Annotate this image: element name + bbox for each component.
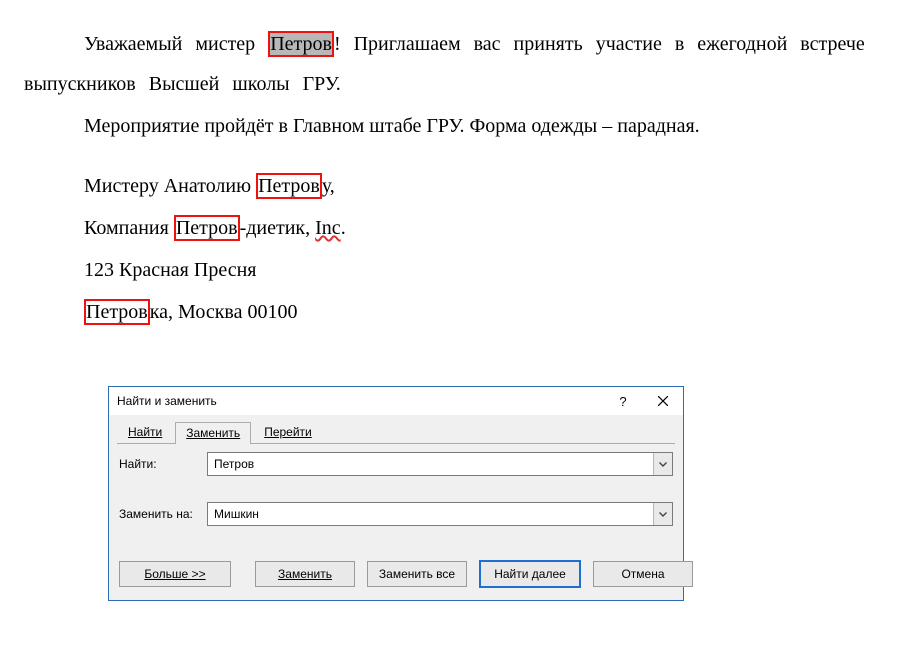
replace-row: Заменить на: (119, 502, 673, 526)
address-line-3: 123 Красная Пресня (84, 250, 888, 290)
document-body: Уважаемый мистер Петров! Приглашаем вас … (0, 0, 912, 332)
address-line-4: Петровка, Москва 00100 (84, 292, 888, 332)
tab-goto[interactable]: Перейти (253, 421, 323, 443)
dialog-close-button[interactable] (643, 387, 683, 415)
more-button[interactable]: Больше >> (119, 561, 231, 587)
chevron-down-icon (659, 462, 667, 467)
addr4-post: ка, Москва 00100 (150, 301, 298, 323)
replace-all-button[interactable]: Заменить все (367, 561, 467, 587)
match-highlight-2: Петров (256, 173, 322, 199)
p1-match: Петров (270, 33, 332, 55)
addr2-post1: -диетик, (240, 217, 316, 239)
tab-replace[interactable]: Заменить (175, 422, 251, 444)
paragraph-2: Мероприятие пройдёт в Главном штабе ГРУ.… (24, 106, 888, 146)
address-line-2: Компания Петров-диетик, Inc. (84, 208, 888, 248)
match-highlight-1: Петров (268, 31, 334, 57)
replace-input[interactable] (208, 503, 653, 525)
paragraph-1: Уважаемый мистер Петров! Приглашаем вас … (24, 24, 888, 104)
dialog-tabs: Найти Заменить Перейти (109, 415, 683, 443)
match-highlight-3: Петров (174, 215, 240, 241)
address-line-1: Мистеру Анатолию Петрову, (84, 166, 888, 206)
dialog-titlebar[interactable]: Найти и заменить ? (109, 387, 683, 415)
find-input[interactable] (208, 453, 653, 475)
close-icon (658, 396, 668, 406)
dialog-form: Найти: Заменить на: (109, 444, 683, 526)
tab-find[interactable]: Найти (117, 421, 173, 443)
dialog-help-button[interactable]: ? (603, 387, 643, 415)
replace-dropdown-button[interactable] (653, 503, 672, 525)
dialog-button-row: Больше >> Заменить Заменить все Найти да… (109, 552, 683, 600)
address-block: Мистеру Анатолию Петрову, Компания Петро… (84, 166, 888, 332)
replace-combo[interactable] (207, 502, 673, 526)
addr1-post: у, (322, 175, 335, 197)
find-label: Найти: (119, 457, 207, 471)
find-dropdown-button[interactable] (653, 453, 672, 475)
find-row: Найти: (119, 452, 673, 476)
addr2-post2: . (341, 217, 346, 239)
addr1-pre: Мистеру Анатолию (84, 175, 256, 197)
cancel-button[interactable]: Отмена (593, 561, 693, 587)
find-next-button[interactable]: Найти далее (479, 560, 581, 588)
p1-pre: Уважаемый мистер (84, 33, 268, 55)
dialog-title: Найти и заменить (117, 394, 603, 408)
replace-label: Заменить на: (119, 507, 207, 521)
match-highlight-4: Петров (84, 299, 150, 325)
find-combo[interactable] (207, 452, 673, 476)
chevron-down-icon (659, 512, 667, 517)
replace-button[interactable]: Заменить (255, 561, 355, 587)
find-replace-dialog: Найти и заменить ? Найти Заменить Перейт… (108, 386, 684, 601)
addr2-inc: Inc (315, 217, 341, 239)
addr2-pre: Компания (84, 217, 174, 239)
